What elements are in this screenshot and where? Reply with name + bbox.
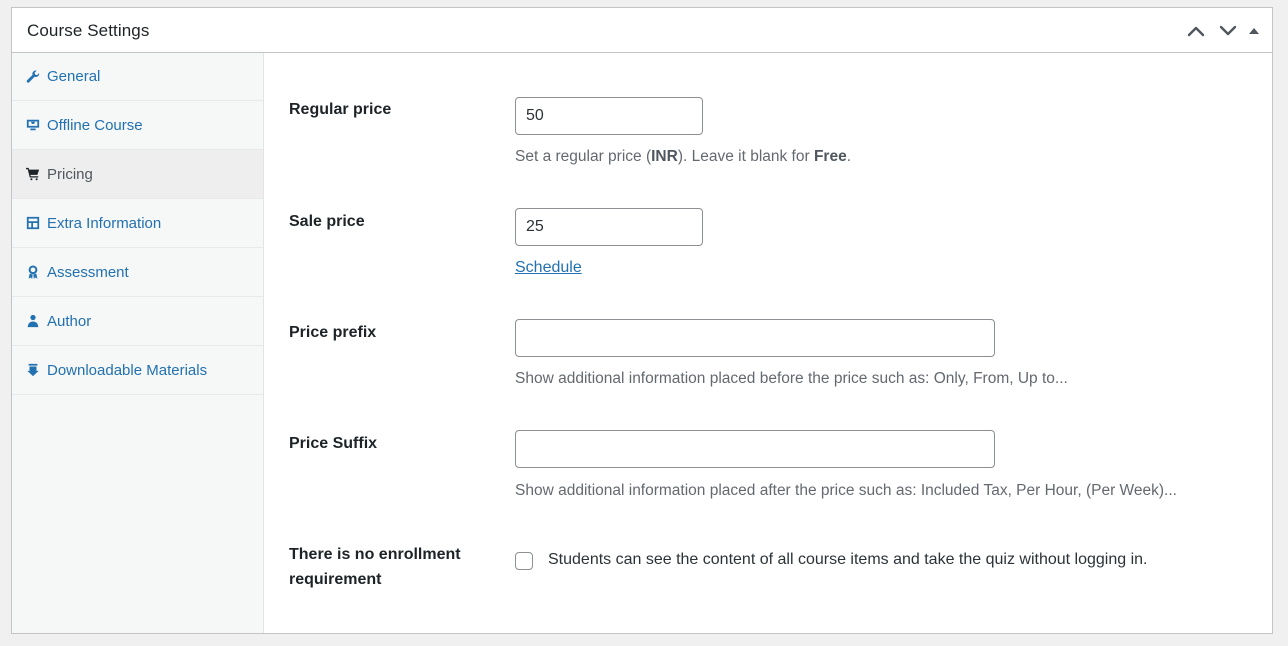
move-up-button[interactable]	[1180, 18, 1212, 44]
layout-icon	[25, 215, 41, 231]
wrench-icon	[25, 69, 41, 85]
course-settings-panel: Course Settings General Offline Course P…	[11, 7, 1273, 634]
tab-label: Author	[47, 312, 92, 330]
regular-price-input[interactable]	[515, 97, 703, 135]
no-enrollment-description: Students can see the content of all cour…	[548, 551, 1148, 568]
panel-title: Course Settings	[27, 21, 150, 40]
tab-general[interactable]: General	[12, 53, 263, 101]
pricing-content: Regular price Set a regular price (INR).…	[264, 53, 1272, 633]
regular-price-description: Set a regular price (INR). Leave it blan…	[515, 148, 852, 165]
screen-icon	[25, 117, 41, 133]
tab-label: Offline Course	[47, 116, 143, 134]
price-suffix-label: Price Suffix	[289, 435, 378, 452]
download-icon	[25, 362, 41, 378]
no-enrollment-checkbox[interactable]	[515, 552, 533, 570]
user-icon	[25, 313, 41, 329]
regular-price-label: Regular price	[289, 101, 392, 118]
price-prefix-input[interactable]	[515, 319, 995, 357]
schedule-link[interactable]: Schedule	[515, 259, 582, 277]
price-prefix-label: Price prefix	[289, 324, 377, 341]
tab-downloadable-materials[interactable]: Downloadable Materials	[12, 346, 263, 395]
sale-price-label: Sale price	[289, 213, 365, 230]
no-enrollment-label: There is no enrollment requirement	[289, 546, 461, 588]
price-prefix-description: Show additional information placed befor…	[515, 370, 1068, 387]
cart-icon	[25, 166, 41, 182]
sale-price-input[interactable]	[515, 208, 703, 246]
tab-label: Extra Information	[47, 214, 162, 232]
tab-assessment[interactable]: Assessment	[12, 248, 263, 297]
tab-author[interactable]: Author	[12, 297, 263, 346]
toggle-panel-button[interactable]	[1244, 18, 1264, 44]
tab-label: General	[47, 68, 101, 85]
tab-extra-information[interactable]: Extra Information	[12, 199, 263, 248]
panel-header: Course Settings	[12, 8, 1272, 53]
award-icon	[25, 264, 41, 280]
tab-label: Downloadable Materials	[47, 361, 208, 379]
price-suffix-description: Show additional information placed after…	[515, 482, 1177, 499]
header-actions	[1180, 18, 1264, 44]
tab-offline-course[interactable]: Offline Course	[12, 101, 263, 150]
chevron-down-icon	[1219, 25, 1237, 36]
triangle-up-icon	[1249, 28, 1259, 34]
tab-pricing[interactable]: Pricing	[12, 150, 263, 199]
tab-label: Assessment	[47, 263, 129, 281]
price-suffix-input[interactable]	[515, 430, 995, 468]
move-down-button[interactable]	[1212, 18, 1244, 44]
settings-tabs: General Offline Course Pricing Extra Inf…	[12, 53, 264, 633]
chevron-up-icon	[1187, 26, 1205, 37]
tab-label: Pricing	[47, 165, 93, 183]
